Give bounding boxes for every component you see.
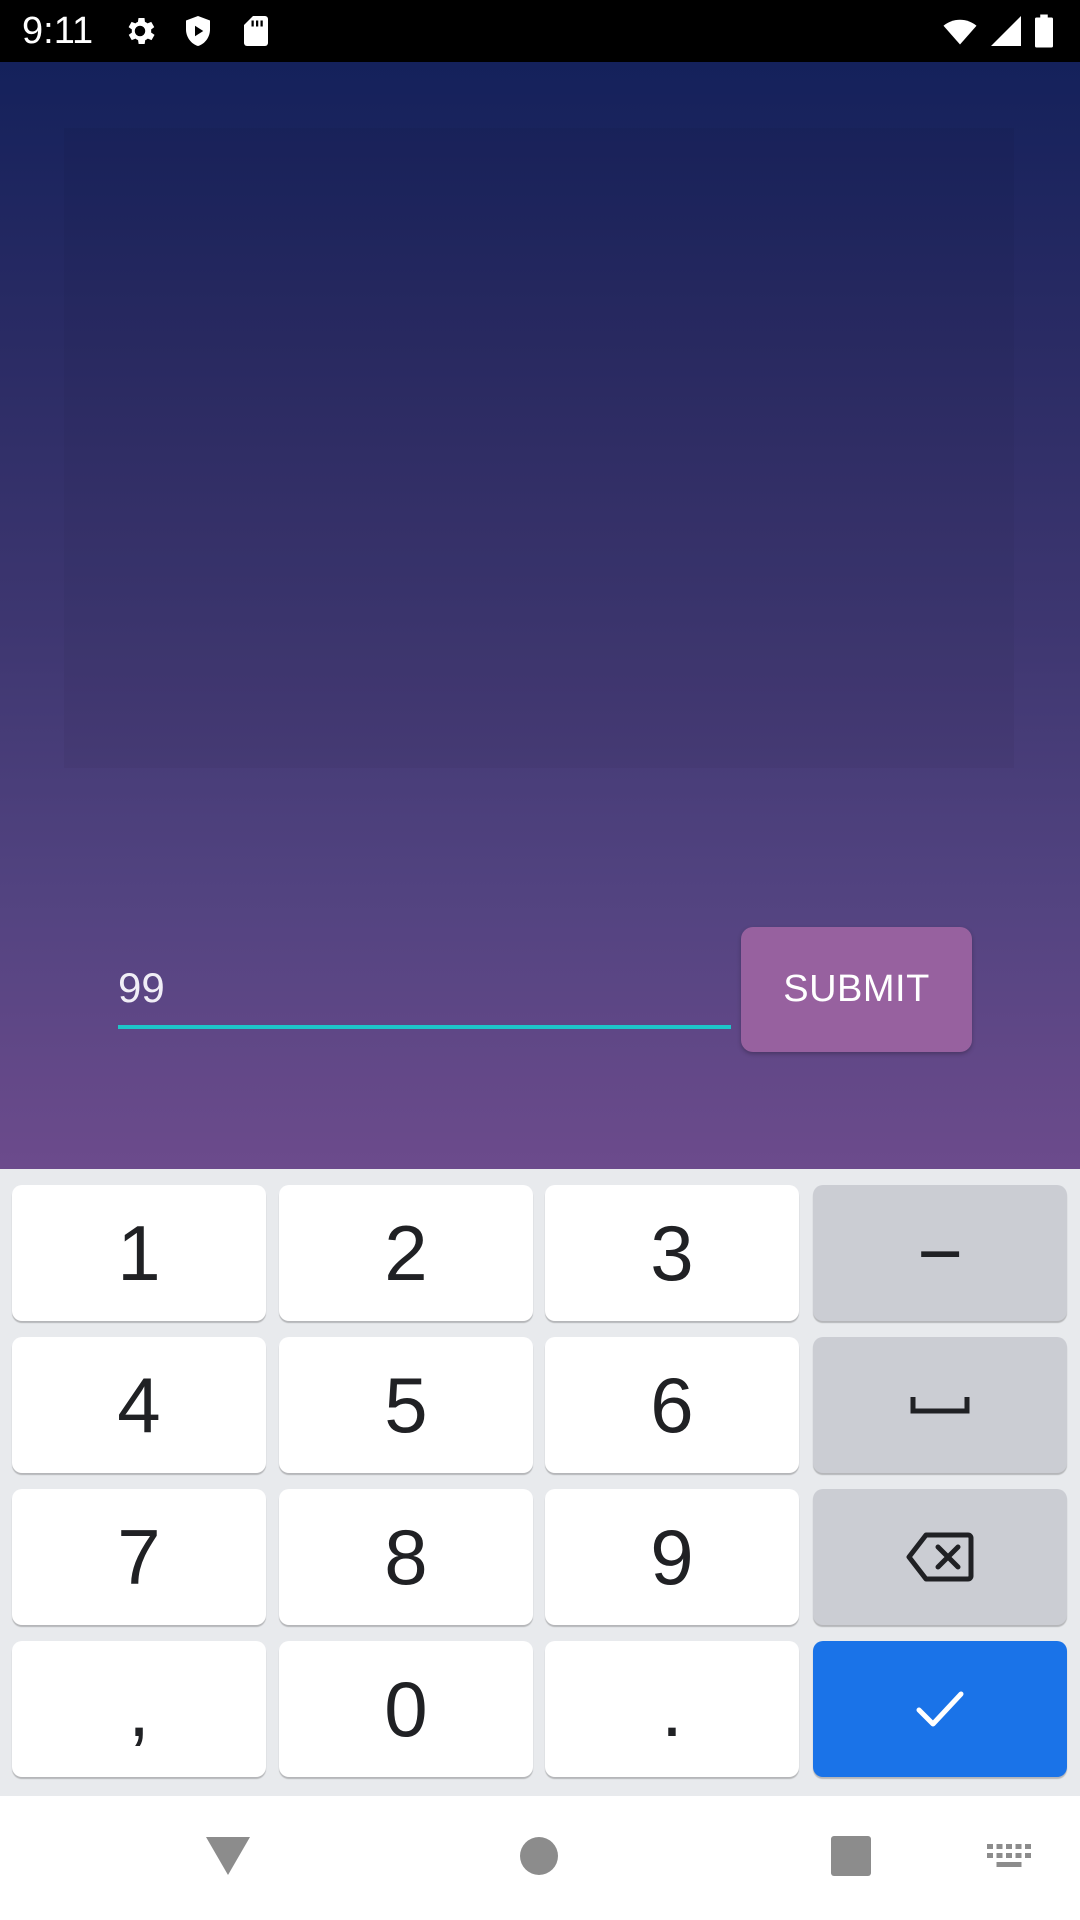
status-bar: 9:11 <box>0 0 1080 62</box>
home-icon[interactable] <box>520 1837 558 1880</box>
space-icon <box>910 1393 970 1417</box>
key-0[interactable]: 0 <box>279 1641 533 1777</box>
key-minus[interactable]: − <box>813 1185 1067 1321</box>
key-space[interactable] <box>813 1337 1067 1473</box>
key-5[interactable]: 5 <box>279 1337 533 1473</box>
submit-button[interactable]: SUBMIT <box>741 927 972 1052</box>
key-3[interactable]: 3 <box>545 1185 799 1321</box>
number-input-value[interactable]: 99 <box>118 964 165 1012</box>
key-7[interactable]: 7 <box>12 1489 266 1625</box>
settings-icon <box>122 13 158 49</box>
content-panel <box>64 128 1014 768</box>
key-2[interactable]: 2 <box>279 1185 533 1321</box>
key-9[interactable]: 9 <box>545 1489 799 1625</box>
key-period[interactable]: . <box>545 1641 799 1777</box>
recents-icon[interactable] <box>831 1836 871 1881</box>
app-content: 99 SUBMIT <box>0 62 1080 1169</box>
input-underline <box>118 1025 731 1029</box>
key-comma[interactable]: , <box>12 1641 266 1777</box>
key-4[interactable]: 4 <box>12 1337 266 1473</box>
number-input-field[interactable]: 99 <box>118 890 731 1030</box>
backspace-icon <box>906 1531 974 1583</box>
status-time: 9:11 <box>22 10 94 52</box>
checkmark-icon <box>915 1689 965 1729</box>
back-icon[interactable] <box>205 1836 251 1881</box>
key-done[interactable] <box>813 1641 1067 1777</box>
shield-icon <box>180 13 216 49</box>
battery-icon <box>1032 13 1062 49</box>
key-backspace[interactable] <box>813 1489 1067 1625</box>
key-8[interactable]: 8 <box>279 1489 533 1625</box>
numeric-keyboard: 1 2 3 − 4 5 6 7 8 9 , 0 . <box>0 1169 1080 1796</box>
keyboard-icon[interactable] <box>987 1844 1031 1877</box>
navigation-bar <box>0 1796 1080 1920</box>
key-1[interactable]: 1 <box>12 1185 266 1321</box>
key-6[interactable]: 6 <box>545 1337 799 1473</box>
wifi-icon <box>940 13 980 49</box>
screen: 9:11 99 SUBMIT 1 2 3 − 4 5 6 7 8 9 , 0 . <box>0 0 1080 1920</box>
sd-card-icon <box>238 13 274 49</box>
signal-icon <box>988 13 1024 49</box>
